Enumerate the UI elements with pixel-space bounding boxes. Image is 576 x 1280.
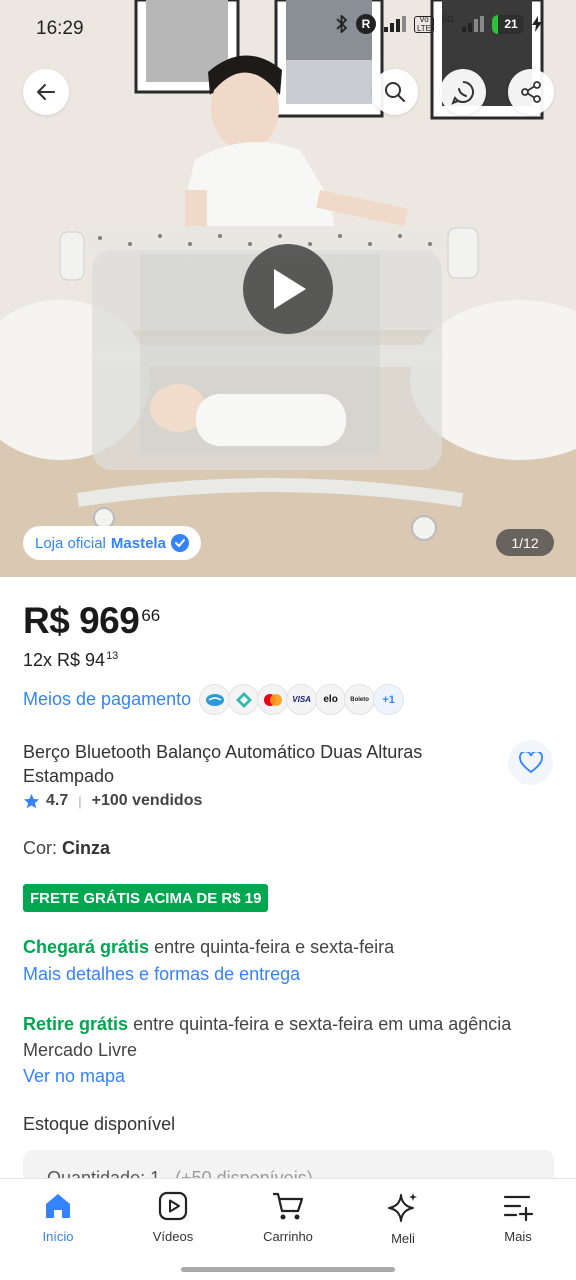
color-label: Cor: <box>23 838 58 858</box>
free-shipping-badge: FRETE GRÁTIS ACIMA DE R$ 19 <box>23 884 269 912</box>
mercado-pago-icon <box>199 684 231 715</box>
rating-divider: | <box>78 793 82 809</box>
nav-label-mais: Mais <box>504 1229 532 1244</box>
nav-item-carrinho[interactable]: Carrinho <box>238 1191 338 1244</box>
color-selector[interactable]: Cor: Cinza <box>23 838 110 859</box>
nav-label-carrinho: Carrinho <box>263 1229 313 1244</box>
signal-icon-2 <box>462 16 484 32</box>
search-icon <box>385 82 405 102</box>
charging-icon <box>532 16 542 32</box>
mastercard-icon <box>257 684 289 715</box>
play-video-button[interactable] <box>243 244 333 334</box>
payment-icons: VISA elo Boleto +1 <box>199 684 405 715</box>
favorite-button[interactable] <box>508 740 553 785</box>
menu-plus-icon <box>503 1195 534 1221</box>
signal-icon <box>383 16 406 32</box>
more-payment-methods-badge: +1 <box>373 684 405 715</box>
status-bar: 16:29 R Vo LTE 5G 21 <box>0 0 576 58</box>
delivery-text: entre quinta-feira e sexta-feira <box>154 937 395 957</box>
r-badge-icon: R <box>355 14 376 34</box>
star-icon <box>23 793 40 808</box>
payment-methods[interactable]: Meios de pagamento VISA elo Boleto +1 <box>23 684 405 715</box>
back-button[interactable] <box>23 69 69 115</box>
heart-icon <box>518 751 543 773</box>
search-button[interactable] <box>372 69 418 115</box>
delivery-info: Chegará grátis entre quinta-feira e sext… <box>23 934 394 960</box>
status-time: 16:29 <box>36 18 84 39</box>
price-cents: 66 <box>141 606 161 625</box>
home-indicator[interactable] <box>181 1267 395 1272</box>
store-name: Mastela <box>110 534 166 552</box>
installment-text: 12x R$ 94 <box>23 650 106 670</box>
color-value: Cinza <box>62 838 111 858</box>
video-icon <box>158 1191 188 1221</box>
bluetooth-icon <box>336 15 348 33</box>
price-main: R$ 969 <box>23 600 140 641</box>
sold-count: +100 vendidos <box>91 792 203 809</box>
nav-label-meli: Meli <box>391 1231 415 1246</box>
pix-icon <box>228 684 260 715</box>
nav-label-inicio: Início <box>42 1229 74 1244</box>
visa-icon: VISA <box>286 684 318 715</box>
payment-methods-link[interactable]: Meios de pagamento <box>23 689 191 710</box>
installment-cents: 13 <box>106 650 119 662</box>
share-button[interactable] <box>508 69 554 115</box>
official-store-badge[interactable]: Loja oficial Mastela <box>23 526 201 560</box>
price: R$ 969 66 <box>23 600 160 642</box>
nav-item-meli[interactable]: Meli <box>353 1191 453 1246</box>
whatsapp-icon <box>451 81 474 105</box>
product-gallery[interactable]: 16:29 R Vo LTE 5G 21 Loja oficial Mastel… <box>0 0 576 577</box>
nav-item-mais[interactable]: Mais <box>468 1191 568 1244</box>
bottom-navigation: Início Vídeos Carrinho Meli Mais <box>0 1178 576 1280</box>
nav-label-videos: Vídeos <box>152 1229 194 1244</box>
pickup-highlight: Retire grátis <box>23 1014 129 1034</box>
delivery-highlight: Chegará grátis <box>23 937 150 957</box>
play-icon <box>274 269 306 309</box>
store-prefix: Loja oficial <box>35 534 106 552</box>
delivery-details-link[interactable]: Mais detalhes e formas de entrega <box>23 964 300 985</box>
rating-row[interactable]: 4.7 | +100 vendidos <box>23 792 202 810</box>
nav-item-videos[interactable]: Vídeos <box>123 1191 223 1244</box>
status-icons: R Vo LTE 5G 21 <box>336 14 542 34</box>
stock-title: Estoque disponível <box>23 1114 176 1134</box>
whatsapp-share-button[interactable] <box>440 69 486 115</box>
rating-score: 4.7 <box>46 792 69 809</box>
battery-icon: 21 <box>492 14 524 34</box>
share-icon <box>521 81 541 103</box>
verified-icon <box>170 534 189 552</box>
network-5g-label: 5G <box>441 14 454 24</box>
cart-icon <box>273 1192 304 1220</box>
map-link[interactable]: Ver no mapa <box>23 1066 125 1087</box>
elo-icon: elo <box>315 684 347 715</box>
volte-icon: Vo LTE <box>413 15 434 33</box>
pickup-info: Retire grátis entre quinta-feira e sexta… <box>23 1011 553 1063</box>
product-title: Berço Bluetooth Balanço Automático Duas … <box>23 742 423 786</box>
image-counter: 1/12 <box>496 529 554 556</box>
sparkle-icon <box>388 1193 417 1222</box>
nav-item-inicio[interactable]: Início <box>8 1191 108 1244</box>
arrow-left-icon <box>37 84 55 100</box>
home-icon <box>46 1194 70 1218</box>
boleto-icon: Boleto <box>344 684 376 715</box>
installments: 12x R$ 94 13 <box>23 650 118 671</box>
